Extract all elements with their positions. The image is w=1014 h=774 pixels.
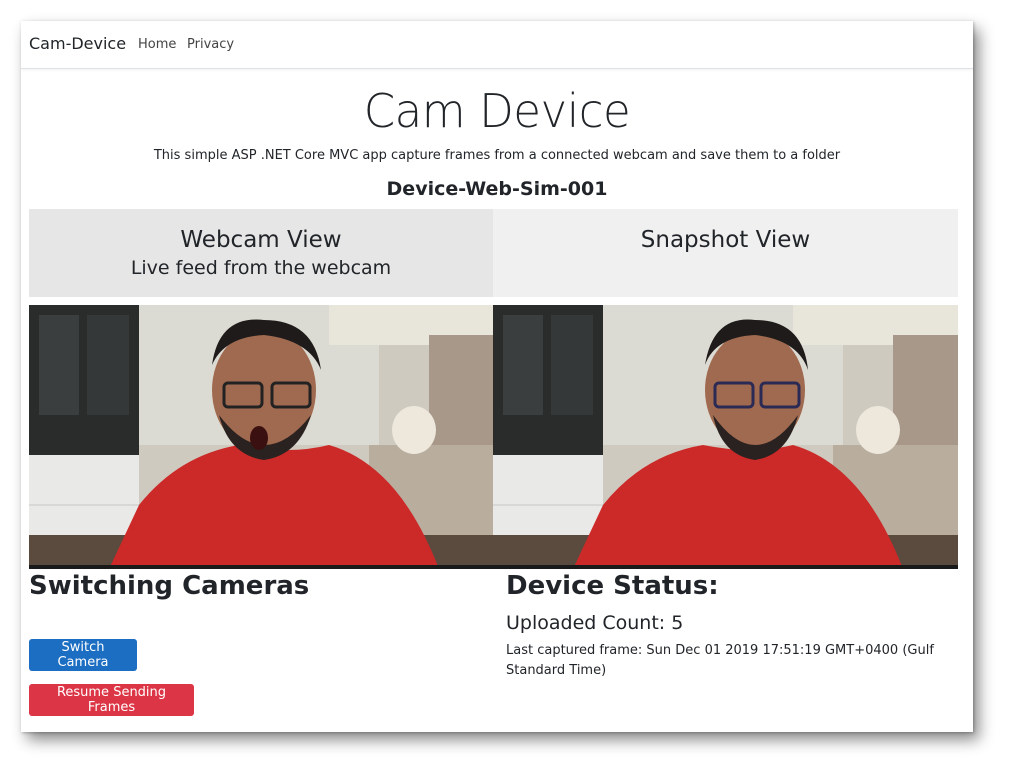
webcam-live-feed	[29, 305, 493, 569]
device-status-heading: Device Status:	[506, 571, 719, 601]
webcam-view-subtitle: Live feed from the webcam	[130, 257, 392, 279]
switching-cameras-heading: Switching Cameras	[29, 571, 310, 601]
page-subtitle: This simple ASP .NET Core MVC app captur…	[153, 148, 841, 163]
snapshot-view-title: Snapshot View	[640, 227, 811, 253]
switch-camera-button[interactable]: Switch Camera	[29, 639, 137, 671]
device-id: Device-Web-Sim-001	[386, 178, 608, 200]
page-title: Cam Device	[363, 84, 631, 138]
browser-page: Cam-Device Home Privacy Cam Device This …	[21, 21, 973, 732]
webcam-view-title: Webcam View	[180, 227, 342, 253]
last-captured-frame: Last captured frame: Sun Dec 01 2019 17:…	[506, 643, 934, 678]
snapshot-image	[493, 305, 958, 569]
nav-home-link[interactable]: Home	[138, 37, 176, 52]
nav-privacy-link[interactable]: Privacy	[187, 37, 234, 52]
webcam-view-header: Webcam View Live feed from the webcam	[29, 209, 493, 297]
uploaded-count: Uploaded Count: 5	[506, 612, 684, 634]
webcam-feed-image	[29, 305, 493, 569]
resume-sending-frames-button[interactable]: Resume Sending Frames	[29, 684, 194, 716]
brand-link[interactable]: Cam-Device	[29, 34, 126, 53]
snapshot-image-container	[493, 305, 958, 569]
snapshot-view-header: Snapshot View	[493, 209, 958, 297]
navbar: Cam-Device Home Privacy	[21, 21, 973, 69]
